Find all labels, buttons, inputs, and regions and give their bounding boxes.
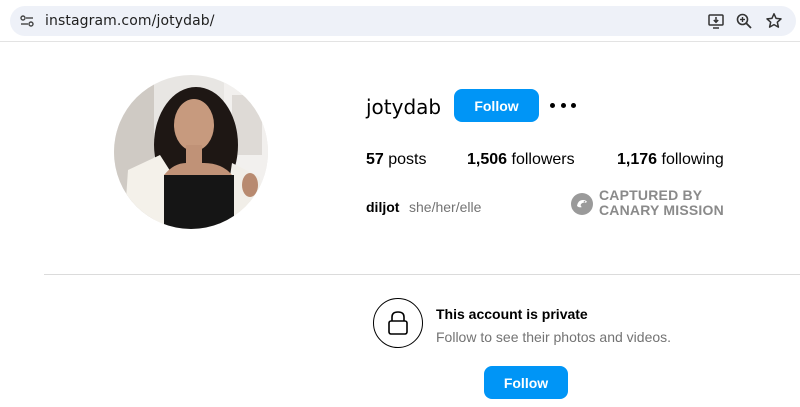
private-lock-circle [373, 298, 423, 348]
address-bar[interactable]: instagram.com/jotydab/ [10, 6, 796, 36]
avatar-photo [114, 75, 268, 229]
site-settings-icon[interactable] [19, 13, 35, 29]
profile-pronouns: she/her/elle [409, 199, 482, 215]
lock-icon [388, 311, 408, 335]
browser-toolbar: instagram.com/jotydab/ [0, 0, 800, 42]
profile-username: jotydab [366, 95, 442, 119]
private-follow-button[interactable]: Follow [484, 366, 568, 399]
followers-link[interactable]: 1,506 followers [467, 151, 575, 169]
private-account-title: This account is private [436, 306, 588, 322]
canary-mission-logo-icon [571, 193, 593, 215]
following-link[interactable]: 1,176 following [617, 151, 724, 169]
more-options-icon[interactable] [550, 95, 576, 115]
zoom-icon[interactable] [735, 12, 753, 30]
watermark-line-1: CAPTURED BY [599, 187, 703, 203]
more-dot [550, 102, 555, 108]
following-label: following [661, 151, 724, 168]
url-text[interactable]: instagram.com/jotydab/ [45, 13, 215, 29]
profile-avatar[interactable] [114, 75, 268, 229]
more-dot [560, 102, 566, 108]
bookmark-star-icon[interactable] [765, 12, 783, 30]
section-divider [44, 274, 800, 275]
private-account-subtitle: Follow to see their photos and videos. [436, 329, 672, 345]
following-number: 1,176 [617, 151, 658, 168]
followers-label: followers [511, 151, 575, 168]
install-app-icon[interactable] [707, 12, 725, 30]
more-dot [571, 102, 576, 108]
posts-count: 57 posts [366, 151, 427, 169]
follow-button[interactable]: Follow [454, 89, 539, 122]
posts-label: posts [388, 151, 427, 168]
watermark-text: CAPTURED BY CANARY MISSION [599, 188, 724, 218]
profile-full-name: diljot [366, 199, 400, 215]
watermark-line-2: CANARY MISSION [599, 202, 724, 218]
posts-number: 57 [366, 151, 384, 168]
followers-number: 1,506 [467, 151, 508, 168]
